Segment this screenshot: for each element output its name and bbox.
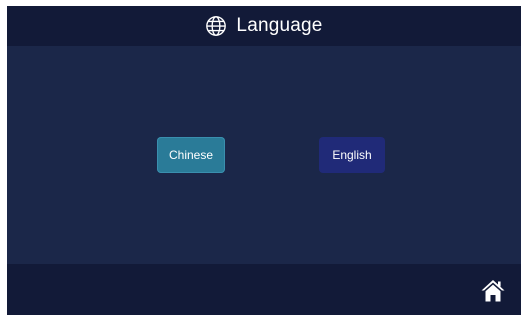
- chinese-language-label: Chinese: [168, 148, 214, 162]
- footer-bar: [7, 264, 521, 315]
- language-options: Chinese English: [7, 46, 521, 264]
- header-title-group: Language: [205, 15, 322, 37]
- language-screen: Language Chinese English: [7, 6, 521, 315]
- chinese-language-button[interactable]: Chinese: [157, 137, 225, 173]
- globe-icon: [206, 16, 227, 36]
- english-language-button[interactable]: English: [319, 137, 385, 173]
- home-button[interactable]: [479, 277, 507, 305]
- header-bar: Language: [7, 6, 521, 46]
- page-title: Language: [236, 15, 323, 36]
- home-icon: [481, 280, 505, 302]
- english-language-label: English: [332, 148, 372, 162]
